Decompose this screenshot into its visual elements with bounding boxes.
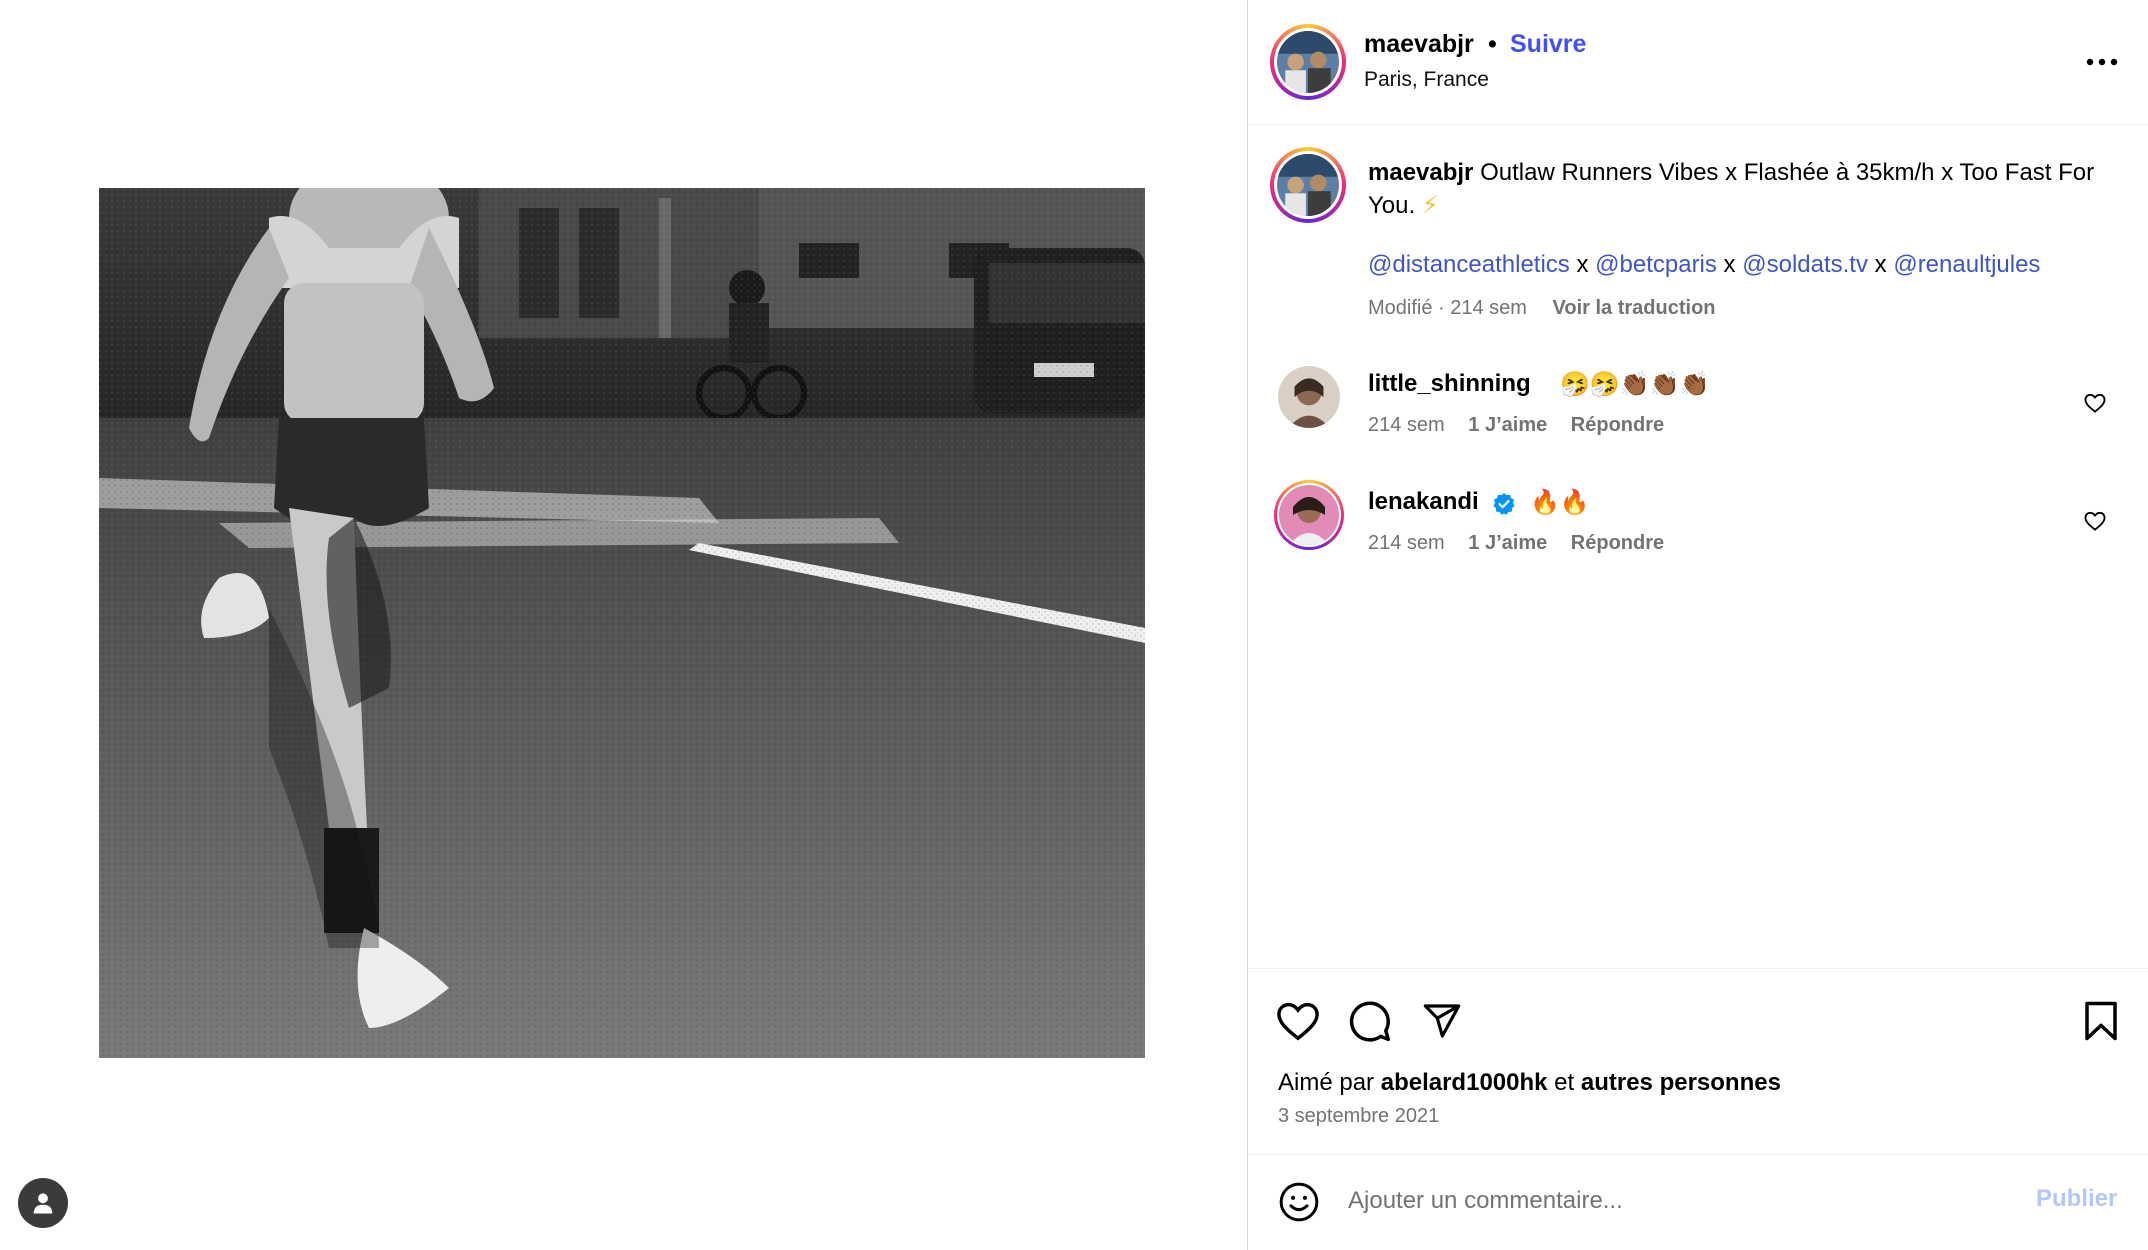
comment-meta: 214 sem 1 J’aime Répondre	[1368, 414, 1682, 437]
more-horizontal-icon	[2086, 58, 2118, 66]
author-username[interactable]: maevabjr	[1364, 30, 1474, 59]
mention-link[interactable]: @renaultjules	[1893, 251, 2040, 278]
post-side-panel: maevabjr • Suivre Paris, France maevabjr…	[1247, 0, 2148, 1250]
heart-icon	[1277, 1002, 1319, 1041]
avatar-image	[1279, 485, 1339, 545]
reply-button[interactable]: Répondre	[1571, 414, 1664, 436]
comment-input[interactable]	[1348, 1175, 1988, 1227]
commenter-avatar[interactable]	[1274, 480, 1344, 550]
more-options-button[interactable]	[2080, 40, 2124, 84]
mention-separator: x	[1716, 251, 1743, 278]
save-button[interactable]	[2073, 993, 2129, 1049]
mention-separator: x	[1867, 251, 1894, 278]
comment-like-button[interactable]	[2080, 388, 2110, 418]
caption-body: Outlaw Runners Vibes x Flashée à 35km/h …	[1368, 159, 2095, 219]
publish-button[interactable]: Publier	[2036, 1185, 2117, 1213]
caption-text: maevabjr Outlaw Runners Vibes x Flashée …	[1368, 156, 2128, 222]
likes-prefix: Aimé par	[1278, 1069, 1375, 1096]
caption-username[interactable]: maevabjr	[1368, 159, 1473, 186]
reply-button[interactable]: Répondre	[1571, 532, 1664, 554]
comment-time: 214 sem	[1368, 532, 1445, 554]
mention-link[interactable]: @distanceathletics	[1368, 251, 1570, 278]
emoji-picker-button[interactable]	[1276, 1179, 1322, 1225]
user-icon	[33, 1193, 53, 1214]
avatar-image	[1277, 154, 1339, 216]
liker-username[interactable]: abelard1000hk	[1381, 1069, 1548, 1096]
comment-like-button[interactable]	[2080, 506, 2110, 536]
comment-likes-count[interactable]: 1 J’aime	[1468, 414, 1547, 436]
comment-button[interactable]	[1342, 993, 1398, 1049]
smiley-icon	[1279, 1182, 1319, 1222]
comment-icon	[1349, 1001, 1391, 1042]
mention-separator: x	[1569, 251, 1596, 278]
post-location[interactable]: Paris, France	[1364, 68, 1489, 92]
comment-text: 🔥🔥	[1530, 489, 1590, 516]
separator-dot: •	[1488, 30, 1497, 58]
media-pane	[0, 0, 1247, 1250]
caption-meta: Modifié · 214 sem Voir la traduction	[1368, 297, 1716, 320]
commenter-avatar[interactable]	[1278, 366, 1340, 428]
instagram-post-view: maevabjr • Suivre Paris, France maevabjr…	[0, 0, 2148, 1250]
likes-summary: Aimé par abelard1000hk et autres personn…	[1278, 1069, 1781, 1097]
send-icon	[1423, 1004, 1461, 1038]
comment-author[interactable]: little_shinning	[1368, 370, 1531, 398]
comment-meta: 214 sem 1 J’aime Répondre	[1368, 532, 1682, 555]
heart-icon	[2084, 511, 2106, 531]
bookmark-icon	[2085, 1001, 2117, 1041]
comment-item: lenakandi 🔥🔥 214 sem 1 J’aime Répondre	[1248, 480, 2148, 584]
comment-item: little_shinning 🤧🤧👏🏾👏🏾👏🏾 214 sem 1 J’aim…	[1248, 366, 2148, 466]
mention-link[interactable]: @soldats.tv	[1742, 251, 1868, 278]
see-translation-button[interactable]: Voir la traduction	[1553, 297, 1716, 319]
like-button[interactable]	[1270, 993, 1326, 1049]
other-likers-link[interactable]: autres personnes	[1581, 1069, 1781, 1096]
comment-likes-count[interactable]: 1 J’aime	[1468, 532, 1547, 554]
heart-icon	[2084, 393, 2106, 413]
comment-author[interactable]: lenakandi	[1368, 488, 1479, 516]
post-photo[interactable]	[99, 188, 1145, 1058]
author-avatar[interactable]	[1270, 24, 1346, 100]
post-date[interactable]: 3 septembre 2021	[1278, 1105, 1439, 1128]
follow-button[interactable]: Suivre	[1510, 30, 1586, 59]
comment-composer: Publier	[1248, 1154, 2148, 1250]
verified-badge-icon	[1493, 493, 1515, 515]
lightning-emoji: ⚡	[1421, 192, 1439, 219]
comment-text: 🤧🤧👏🏾👏🏾👏🏾	[1560, 371, 1710, 398]
caption-mentions: @distanceathletics x @betcparis x @solda…	[1368, 251, 2148, 279]
mention-link[interactable]: @betcparis	[1595, 251, 1717, 278]
account-button[interactable]	[18, 1178, 68, 1228]
avatar-image	[1277, 31, 1339, 93]
avatar-image	[1278, 366, 1340, 428]
post-header: maevabjr • Suivre Paris, France	[1248, 0, 2148, 125]
running-photo-graphic	[99, 188, 1145, 1058]
caption-author-avatar[interactable]	[1270, 147, 1346, 223]
share-button[interactable]	[1414, 993, 1470, 1049]
comment-time: 214 sem	[1368, 414, 1445, 436]
likes-conjunction: et	[1554, 1069, 1575, 1096]
edited-timestamp: Modifié · 214 sem	[1368, 297, 1527, 319]
